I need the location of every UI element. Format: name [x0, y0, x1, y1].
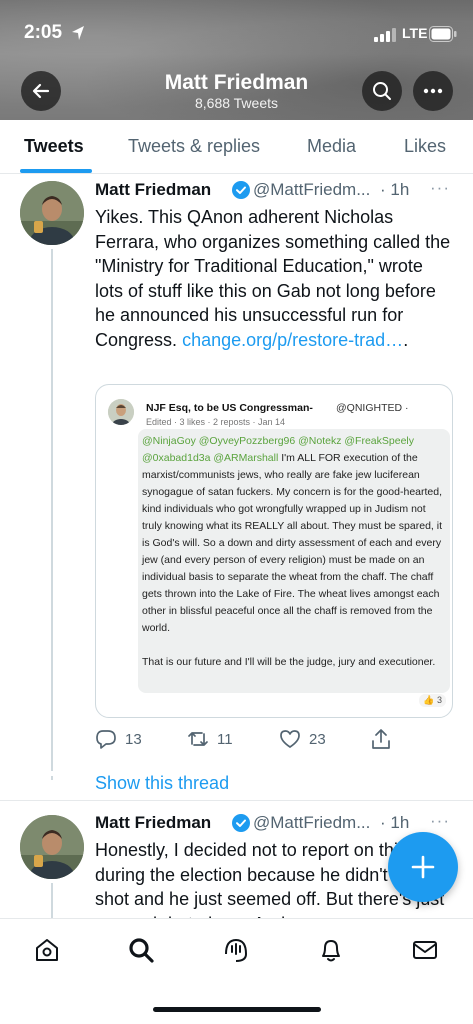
like-button[interactable]: 23 [279, 728, 326, 750]
tweet-author-name[interactable]: Matt Friedman [95, 813, 211, 833]
compose-tweet-button[interactable] [388, 832, 458, 902]
tweet-time: · 1h [380, 813, 410, 832]
quoted-author-name: NJF Esq, to be US Congressman- [146, 402, 313, 414]
profile-tabs: Tweets Tweets & replies Media Likes [0, 120, 473, 174]
tweet-count: 8,688 Tweets [194, 95, 279, 111]
status-bar: 2:05 LTE [0, 0, 473, 64]
reply-button[interactable]: 13 [95, 728, 142, 750]
search-icon [373, 82, 391, 100]
quoted-text-2: That is our future and I'll will be the … [142, 656, 436, 668]
retweet-icon [188, 732, 208, 746]
retweet-count: 11 [217, 730, 233, 748]
nav-messages[interactable] [410, 935, 440, 965]
header-name: Matt Friedman [164, 71, 309, 94]
tweet-actions: 13 11 23 [95, 728, 395, 752]
bell-icon [322, 940, 340, 962]
avatar-photo [20, 181, 84, 245]
tweet-link-suffix: . [403, 329, 409, 350]
quoted-meta: Edited · 3 likes · 2 reposts · Jan 14 [146, 417, 286, 427]
tweet-text: Yikes. This QAnon adherent Nicholas Ferr… [95, 205, 455, 353]
quoted-paragraph: @NinjaGoy @OyveyPozzberg96 @Notekz @Frea… [142, 433, 444, 637]
more-button[interactable] [413, 71, 453, 111]
reply-count: 13 [125, 730, 142, 748]
home-indicator [153, 1007, 321, 1012]
nav-explore[interactable] [126, 935, 156, 965]
quoted-author-handle: @QNIGHTED · [336, 402, 409, 414]
active-tab-indicator [20, 169, 92, 173]
battery-icon [429, 26, 457, 42]
home-icon [36, 939, 58, 961]
network-type: LTE [402, 25, 428, 41]
tab-tweets[interactable]: Tweets [24, 136, 84, 157]
avatar[interactable] [20, 181, 84, 245]
search-button[interactable] [362, 71, 402, 111]
location-arrow-icon [72, 26, 84, 40]
share-icon [372, 729, 390, 749]
tweet-body: Yikes. This QAnon adherent Nicholas Ferr… [95, 207, 451, 350]
tweet-time: · 1h [380, 180, 410, 199]
nav-notifications[interactable] [316, 935, 346, 965]
quoted-avatar [108, 399, 134, 425]
search-icon [129, 938, 154, 963]
reply-icon [96, 730, 116, 749]
nav-home[interactable] [32, 935, 62, 965]
share-button[interactable] [370, 728, 392, 750]
tweet-author-handle[interactable]: @MattFriedm... [253, 180, 370, 200]
tweet-divider [0, 800, 473, 801]
quoted-like-badge: 👍 3 [419, 694, 446, 707]
avatar-photo [20, 815, 84, 879]
verified-badge-icon [232, 181, 250, 199]
verified-badge-icon [232, 814, 250, 832]
quoted-text-1: I'm ALL FOR execution of the marxist/com… [142, 452, 443, 634]
attached-image-card[interactable]: NJF Esq, to be US Congressman- @QNIGHTED… [95, 384, 453, 718]
tweet-link[interactable]: change.org/p/restore-trad… [182, 330, 403, 350]
thread-line [51, 249, 53, 771]
thread-line-gap [51, 776, 53, 780]
quoted-post-body: @NinjaGoy @OyveyPozzberg96 @Notekz @Frea… [138, 429, 450, 693]
tweet-author-name[interactable]: Matt Friedman [95, 180, 211, 200]
thread-line [51, 883, 53, 918]
plus-icon [411, 855, 435, 879]
more-icon [423, 88, 443, 94]
tab-likes[interactable]: Likes [404, 136, 446, 157]
tab-tweets-and-replies[interactable]: Tweets & replies [128, 136, 260, 157]
tweet-options-icon[interactable]: ··· [430, 178, 450, 198]
avatar[interactable] [20, 815, 84, 879]
nav-spaces[interactable] [221, 935, 251, 965]
like-count: 23 [309, 730, 326, 748]
spaces-icon [225, 938, 248, 962]
status-time: 2:05 [24, 22, 63, 43]
profile-header: 2:05 LTE Matt Friedman 8,688 Tweets [0, 0, 473, 120]
show-thread-link[interactable]: Show this thread [95, 773, 229, 794]
signal-icon [374, 28, 396, 42]
heart-icon [280, 730, 300, 748]
tweet-author-handle[interactable]: @MattFriedm... [253, 813, 370, 833]
tab-media[interactable]: Media [307, 136, 356, 157]
retweet-button[interactable]: 11 [187, 728, 233, 750]
mail-icon [413, 941, 437, 959]
tweet-options-icon[interactable]: ··· [430, 811, 450, 831]
